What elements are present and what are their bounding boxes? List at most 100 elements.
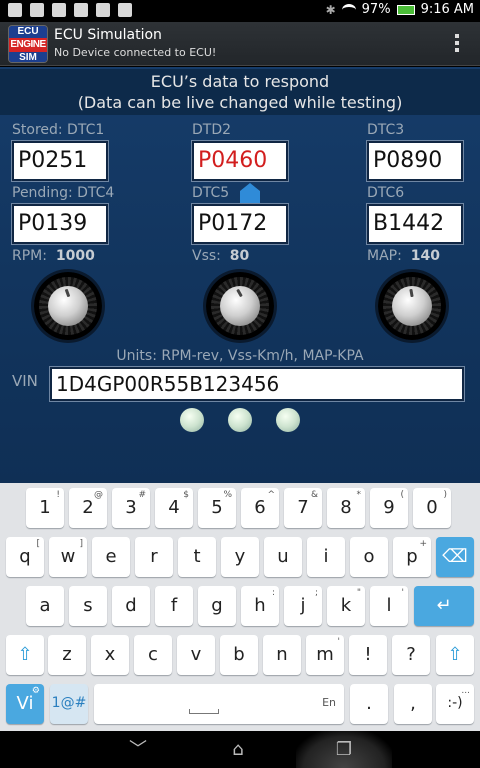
- key-label: x: [104, 644, 116, 665]
- key-label: l: [386, 595, 392, 616]
- key-8[interactable]: 8 *: [327, 488, 365, 528]
- key-u[interactable]: u: [264, 537, 302, 577]
- period-label: .: [366, 693, 372, 714]
- key-alt-label: @: [94, 490, 103, 500]
- key-e[interactable]: e: [92, 537, 130, 577]
- space-icon: [189, 709, 219, 714]
- home-icon[interactable]: ⌂: [208, 735, 268, 765]
- key-label: 2: [82, 497, 94, 518]
- key-r[interactable]: r: [135, 537, 173, 577]
- key-label: i: [323, 546, 329, 567]
- key-label: 7: [297, 497, 309, 518]
- recent-apps-icon[interactable]: ❐: [314, 735, 374, 765]
- shift-key-right[interactable]: ⇧: [436, 635, 474, 675]
- key-l[interactable]: l ': [370, 586, 408, 626]
- key-d[interactable]: d: [112, 586, 150, 626]
- key-s[interactable]: s: [69, 586, 107, 626]
- key-alt-label: +: [419, 539, 427, 549]
- key-label: u: [277, 546, 289, 567]
- language-vi-key[interactable]: Vi ⚙: [6, 684, 44, 724]
- key-t[interactable]: t: [178, 537, 216, 577]
- key-y[interactable]: y: [221, 537, 259, 577]
- key-9[interactable]: 9(: [370, 488, 408, 528]
- header-subtitle: (Data can be live changed while testing): [77, 93, 403, 112]
- key-alt-label: #: [138, 490, 146, 500]
- key-b[interactable]: b: [220, 635, 258, 675]
- app-logo: ECU ENGINE SIM: [8, 25, 48, 63]
- units-note: Units: RPM-rev, Vss-Km/h, MAP-KPA: [116, 348, 364, 364]
- dtc6-label: DTC6: [367, 185, 405, 201]
- dtc1-label: Stored: DTC1: [12, 122, 105, 138]
- key-g[interactable]: g: [198, 586, 236, 626]
- space-bar-key[interactable]: En: [94, 684, 344, 724]
- key-label: n: [276, 644, 288, 665]
- dtc1-field[interactable]: P0251: [11, 140, 109, 182]
- key-w[interactable]: w]: [49, 537, 87, 577]
- ecu-data-panel: ECU’s data to respond (Data can be live …: [0, 67, 480, 483]
- overflow-menu-icon[interactable]: [454, 34, 460, 54]
- key-0[interactable]: 0): [413, 488, 451, 528]
- key-v[interactable]: v: [177, 635, 215, 675]
- period-key[interactable]: .: [350, 684, 388, 724]
- backspace-key[interactable]: ⌫: [436, 537, 474, 577]
- key-x[interactable]: x: [91, 635, 129, 675]
- text-cursor-handle[interactable]: [240, 183, 260, 205]
- dtc5-field[interactable]: P0172: [191, 203, 289, 245]
- key-4[interactable]: 4 $: [155, 488, 193, 528]
- key-i[interactable]: i: [307, 537, 345, 577]
- key-2[interactable]: 2 @: [69, 488, 107, 528]
- key-k[interactable]: k ": [327, 586, 365, 626]
- key-7[interactable]: 7 &: [284, 488, 322, 528]
- key-![interactable]: !: [349, 635, 387, 675]
- key-alt-label: ": [356, 588, 361, 598]
- key-label: d: [125, 595, 137, 616]
- vss-label: Vss: 80: [192, 248, 249, 264]
- dtd2-field[interactable]: P0460: [191, 140, 289, 182]
- key-f[interactable]: f: [155, 586, 193, 626]
- rpm-knob[interactable]: [34, 272, 102, 340]
- dtc6-field[interactable]: B1442: [366, 203, 464, 245]
- vin-field[interactable]: 1D4GP00R55B123456: [49, 366, 465, 402]
- key-alt-label: (: [400, 490, 404, 500]
- key-alt-label: *: [356, 490, 362, 500]
- key-q[interactable]: q[: [6, 537, 44, 577]
- symbols-key[interactable]: 1@#: [50, 684, 88, 724]
- key-3[interactable]: 3 #: [112, 488, 150, 528]
- key-z[interactable]: z: [48, 635, 86, 675]
- key-label: a: [39, 595, 51, 616]
- navigation-bar: ﹀ ⌂ ❐: [0, 731, 480, 768]
- key-n[interactable]: n: [263, 635, 301, 675]
- key-?[interactable]: ?: [392, 635, 430, 675]
- key-o[interactable]: o: [350, 537, 388, 577]
- emoticon-alt-label: ...: [461, 686, 470, 696]
- key-m[interactable]: m ': [306, 635, 344, 675]
- key-j[interactable]: j;: [284, 586, 322, 626]
- key-5[interactable]: 5%: [198, 488, 236, 528]
- map-knob[interactable]: [378, 272, 446, 340]
- hide-keyboard-icon[interactable]: ﹀: [108, 735, 168, 765]
- key-label: r: [150, 546, 158, 567]
- language-en-label: En: [322, 696, 336, 709]
- key-alt-label: $: [183, 490, 189, 500]
- key-label: 4: [168, 497, 180, 518]
- key-c[interactable]: c: [134, 635, 172, 675]
- vss-knob[interactable]: [206, 272, 274, 340]
- enter-key[interactable]: ↵: [414, 586, 474, 626]
- indicator-light: [228, 408, 252, 432]
- key-alt-label: !: [56, 490, 60, 500]
- key-1[interactable]: 1!: [26, 488, 64, 528]
- key-p[interactable]: p +: [393, 537, 431, 577]
- vss-label-text: Vss:: [192, 248, 221, 264]
- rpm-label-text: RPM:: [12, 248, 47, 264]
- dtc4-field[interactable]: P0139: [11, 203, 109, 245]
- comma-key[interactable]: ,: [394, 684, 432, 724]
- dtc3-field[interactable]: P0890: [366, 140, 464, 182]
- emoticon-key[interactable]: :-) ...: [436, 684, 474, 724]
- key-label: c: [148, 644, 158, 665]
- shift-key-left[interactable]: ⇧: [6, 635, 44, 675]
- key-6[interactable]: 6 ^: [241, 488, 279, 528]
- key-a[interactable]: a: [26, 586, 64, 626]
- key-h[interactable]: h:: [241, 586, 279, 626]
- logo-text: SIM: [9, 52, 47, 62]
- key-label: e: [105, 546, 117, 567]
